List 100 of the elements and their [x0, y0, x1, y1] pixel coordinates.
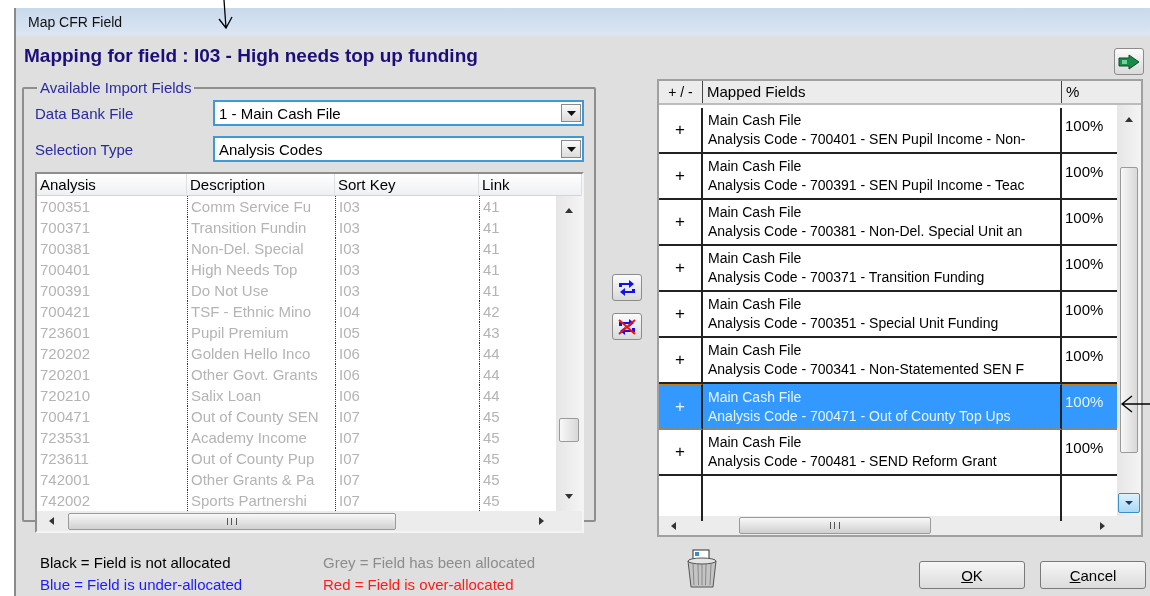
- table-cell: Other Govt. Grants: [187, 364, 335, 385]
- column-header[interactable]: Description: [187, 174, 335, 196]
- file-name: Main Cash File: [708, 203, 802, 222]
- legend-text: Grey = Field has been allocated: [323, 553, 537, 573]
- trash-icon[interactable]: [684, 549, 720, 589]
- map-button[interactable]: [611, 274, 642, 301]
- column-header[interactable]: Analysis: [37, 174, 187, 196]
- dropdown-field[interactable]: Analysis Codes: [213, 136, 584, 162]
- legend-text: Black = Field is not allocated: [40, 553, 232, 573]
- horizontal-scrollbar[interactable]: [659, 516, 1117, 535]
- table-cell-text: 720202: [39, 344, 92, 364]
- table-cell: Transition Fundin: [187, 217, 335, 238]
- file-name: Main Cash File: [708, 157, 802, 176]
- field-label: Selection Type: [35, 140, 135, 158]
- table-cell[interactable]: +: [659, 430, 703, 476]
- dialog-heading: Mapping for field : I03 - High needs top up funding: [24, 44, 478, 68]
- table-cell: Other Grants & Pa: [187, 469, 335, 490]
- table-cell: I03: [335, 217, 479, 238]
- window-title: Map CFR Field: [16, 8, 1150, 36]
- table-cell: Out of County Pup: [187, 448, 335, 469]
- caret-icon: [566, 146, 576, 152]
- column-header[interactable]: Mapped Fields: [703, 81, 1062, 103]
- file-name: Main Cash File: [708, 295, 802, 314]
- analysis-code: Analysis Code - 700351 - Special Unit Funding: [708, 314, 999, 333]
- table-cell-text: 700391: [39, 281, 92, 301]
- file-name: Main Cash File: [708, 387, 802, 407]
- vertical-scrollbar[interactable]: [1117, 105, 1141, 516]
- table-cell: Non-Del. Special: [187, 238, 335, 259]
- column-header[interactable]: Sort Key: [335, 174, 479, 196]
- column-header[interactable]: %: [1062, 81, 1141, 103]
- table-cell: TSF - Ethnic Mino: [187, 301, 335, 322]
- table-cell-text: 700351: [39, 197, 92, 217]
- annotation-arrow: [1120, 394, 1150, 414]
- table-cell: I03: [335, 280, 479, 301]
- table-cell[interactable]: +: [659, 154, 703, 200]
- dialog-button[interactable]: Cancel: [1040, 561, 1146, 589]
- table-cell[interactable]: Main Cash File Analysis Code - 700391 - SEN Pupil Income - Teac: [703, 154, 1062, 200]
- analysis-code: Analysis Code - 700471 - Out of County Top Ups: [708, 406, 1011, 426]
- table-cell: I03: [335, 238, 479, 259]
- legend-text: Blue = Field is under-allocated: [40, 575, 244, 595]
- table-cell-text: 700381: [39, 239, 92, 259]
- table-cell: I06: [335, 364, 479, 385]
- table-cell-text: 700421: [39, 302, 92, 322]
- table-cell: Salix Loan: [187, 385, 335, 406]
- legend-text: Red = Field is over-allocated: [323, 575, 515, 595]
- analysis-code: Analysis Code - 700341 - Non-Statemented SEN F: [708, 360, 1024, 379]
- table-cell[interactable]: +: [659, 246, 703, 292]
- table-cell-text: 700471: [39, 407, 92, 427]
- analysis-code: Analysis Code - 700481 - SEND Reform Grant: [708, 452, 997, 471]
- table-cell: Do Not Use: [187, 280, 335, 301]
- file-name: Main Cash File: [708, 433, 802, 452]
- horizontal-scrollbar[interactable]: [37, 511, 556, 531]
- table-cell[interactable]: Main Cash File Analysis Code - 700481 - SEND Reform Grant: [703, 430, 1062, 476]
- table-cell-text: 700401: [39, 260, 92, 280]
- table-cell-text: 723611: [39, 449, 90, 469]
- group-title: Available Import Fields: [39, 79, 193, 96]
- table-cell-text: 700371: [39, 218, 92, 238]
- file-name: Main Cash File: [708, 341, 802, 360]
- file-name: Main Cash File: [708, 111, 802, 130]
- table-cell[interactable]: +: [659, 292, 703, 338]
- export-button[interactable]: [1114, 48, 1144, 75]
- table-cell[interactable]: Main Cash File Analysis Code - 700371 - Transition Funding: [703, 246, 1062, 292]
- table-cell[interactable]: Main Cash File Analysis Code - 700401 - SEN Pupil Income - Non-: [703, 108, 1062, 154]
- table-cell[interactable]: +: [659, 108, 703, 154]
- table-cell-text: 720201: [39, 365, 92, 385]
- table-cell: Pupil Premium: [187, 322, 335, 343]
- file-name: Main Cash File: [708, 249, 802, 268]
- dialog-button[interactable]: OK: [919, 561, 1025, 589]
- unmap-button[interactable]: [611, 313, 642, 340]
- dropdown-field[interactable]: 1 - Main Cash File: [213, 100, 584, 126]
- table-cell: Comm Service Fu: [187, 196, 335, 217]
- scrollbar-corner: [556, 511, 582, 531]
- analysis-code: Analysis Code - 700381 - Non-Del. Special Unit an: [708, 222, 1023, 241]
- table-cell-text: 723531: [39, 428, 92, 448]
- table-cell[interactable]: +: [659, 200, 703, 246]
- table-cell-text: 742001: [39, 470, 92, 490]
- table-cell-text: 742002: [39, 491, 92, 511]
- arrow-icon: [1118, 53, 1140, 70]
- table-cell-text: 720210: [39, 386, 92, 406]
- column-header[interactable]: + / -: [659, 81, 703, 103]
- table-cell: I03: [335, 196, 479, 217]
- table-cell: I07: [335, 469, 479, 490]
- table-cell-text: 723601: [39, 323, 92, 343]
- table-cell: I04: [335, 301, 479, 322]
- table-cell[interactable]: Main Cash File Analysis Code - 700381 - Non-Del. Special Unit an: [703, 200, 1062, 246]
- scrollbar-corner: [1117, 516, 1141, 535]
- vertical-scrollbar[interactable]: [556, 196, 582, 511]
- table-cell: I07: [335, 427, 479, 448]
- table-cell: Golden Hello Inco: [187, 343, 335, 364]
- caret-icon: [566, 110, 576, 116]
- table-cell[interactable]: Main Cash File Analysis Code - 700351 - Special Unit Funding: [703, 292, 1062, 338]
- table-cell: Out of County SEN: [187, 406, 335, 427]
- table-cell: I07: [335, 448, 479, 469]
- analysis-code: Analysis Code - 700401 - SEN Pupil Income - Non-: [708, 130, 1026, 149]
- table-cell: I06: [335, 385, 479, 406]
- table-cell: High Needs Top: [187, 259, 335, 280]
- field-label: Data Bank File: [35, 104, 135, 122]
- table-cell: Academy Income: [187, 427, 335, 448]
- table-cell: I07: [335, 406, 479, 427]
- analysis-code: Analysis Code - 700371 - Transition Funding: [708, 268, 985, 287]
